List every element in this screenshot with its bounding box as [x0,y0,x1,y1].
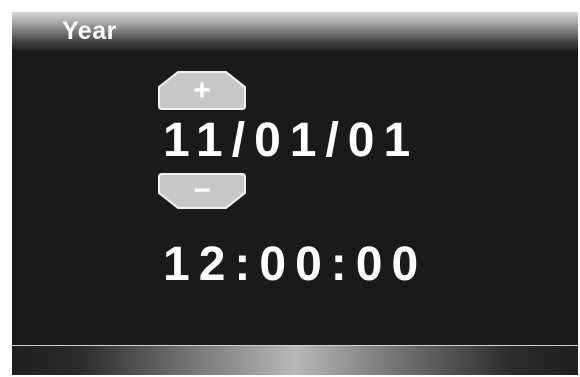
date-value: 11/01/01 [163,114,420,167]
minus-icon: − [193,174,211,207]
plus-icon: + [193,74,211,107]
bottom-bar [12,345,578,375]
time-value: 12:00:00 [163,238,428,291]
page-title: Year [62,17,117,45]
screen: Year + 11/01/01 − 12:00:00 [12,12,578,375]
decrement-button[interactable]: − [157,172,247,210]
title-bar: Year [12,12,578,50]
plus-button-shape: + [158,71,246,110]
increment-button[interactable]: + [157,70,247,110]
minus-button-shape: − [158,173,246,209]
